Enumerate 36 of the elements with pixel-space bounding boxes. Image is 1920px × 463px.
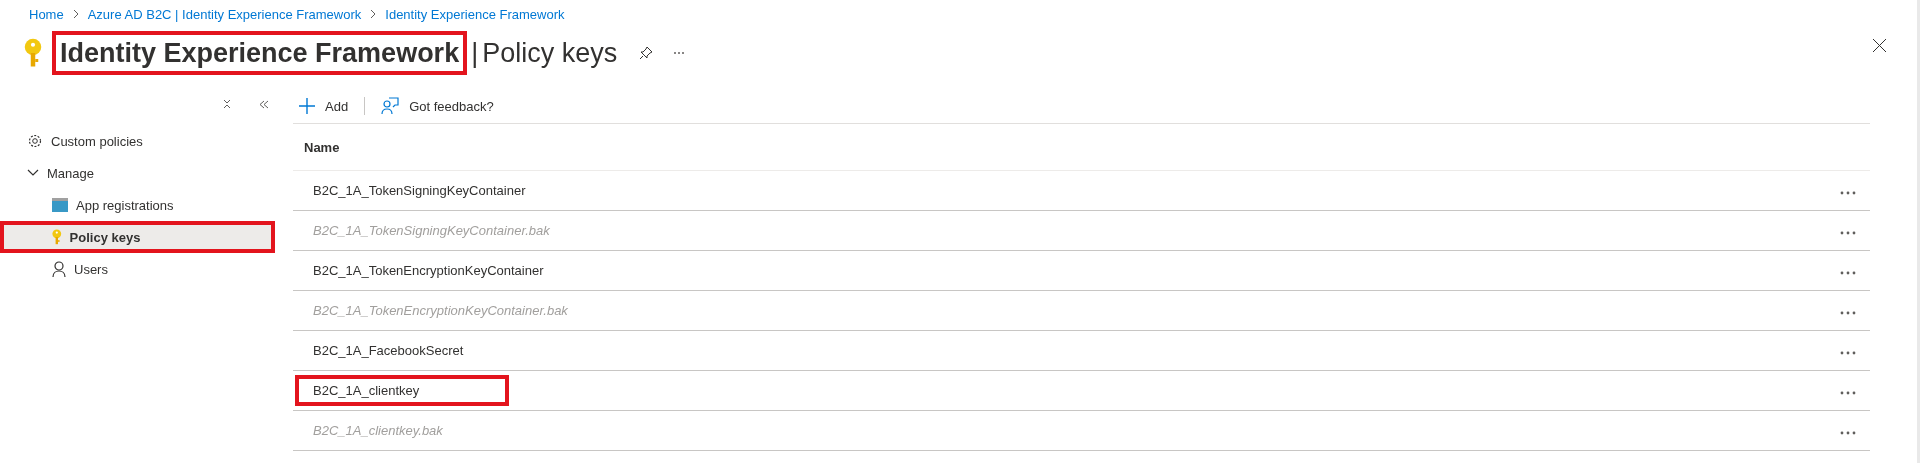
nav-item[interactable]: Manage [0,157,275,189]
nav-item[interactable]: Custom policies [0,125,275,157]
chevron-right-icon [71,9,80,19]
key-icon [24,38,42,68]
chevron-down-icon [27,169,39,177]
more-icon[interactable] [673,51,686,55]
title-separator: | [471,37,479,69]
user-icon [52,261,66,277]
pin-icon[interactable] [639,46,654,60]
toolbar-button[interactable]: Add [293,94,355,118]
toolbar-button[interactable]: Got feedback? [375,93,500,119]
gear-icon [27,133,43,149]
breadcrumb-link[interactable]: Identity Experience Framework [385,6,565,22]
feedback-icon [381,97,400,115]
close-icon[interactable] [1873,39,1886,52]
nav-item[interactable]: Users [0,253,275,285]
nav-item[interactable]: Policy keys [0,221,275,253]
breadcrumb-link[interactable]: Home [29,6,64,22]
collapse-all-icon[interactable] [223,99,231,109]
plus-icon [299,98,315,114]
table-cell-text: B2C_1A_TokenSigningKeyContainer [312,182,527,200]
table-cell: B2C_1A_clientkey [295,375,510,406]
chevron-right-icon [369,9,378,19]
table-cell-text: B2C_1A_clientkey.bak [312,422,444,440]
page-title: Identity Experience Framework [52,31,468,75]
page-subtitle: Policy keys [482,37,618,69]
double-chevron-left-icon[interactable] [259,99,269,109]
nav-item[interactable]: App registrations [0,189,275,221]
table-cell-text: B2C_1A_TokenSigningKeyContainer.bak [312,222,551,240]
breadcrumb-link[interactable]: Azure AD B2C | Identity Experience Framework [87,6,362,22]
app-window-icon [52,198,68,212]
table-cell-text: B2C_1A_TokenEncryptionKeyContainer.bak [312,302,569,320]
column-header[interactable]: Name [304,139,340,155]
key-icon [52,229,62,245]
table-cell-text: B2C_1A_TokenEncryptionKeyContainer [312,262,545,280]
table-cell-text: B2C_1A_FacebookSecret [312,342,465,360]
